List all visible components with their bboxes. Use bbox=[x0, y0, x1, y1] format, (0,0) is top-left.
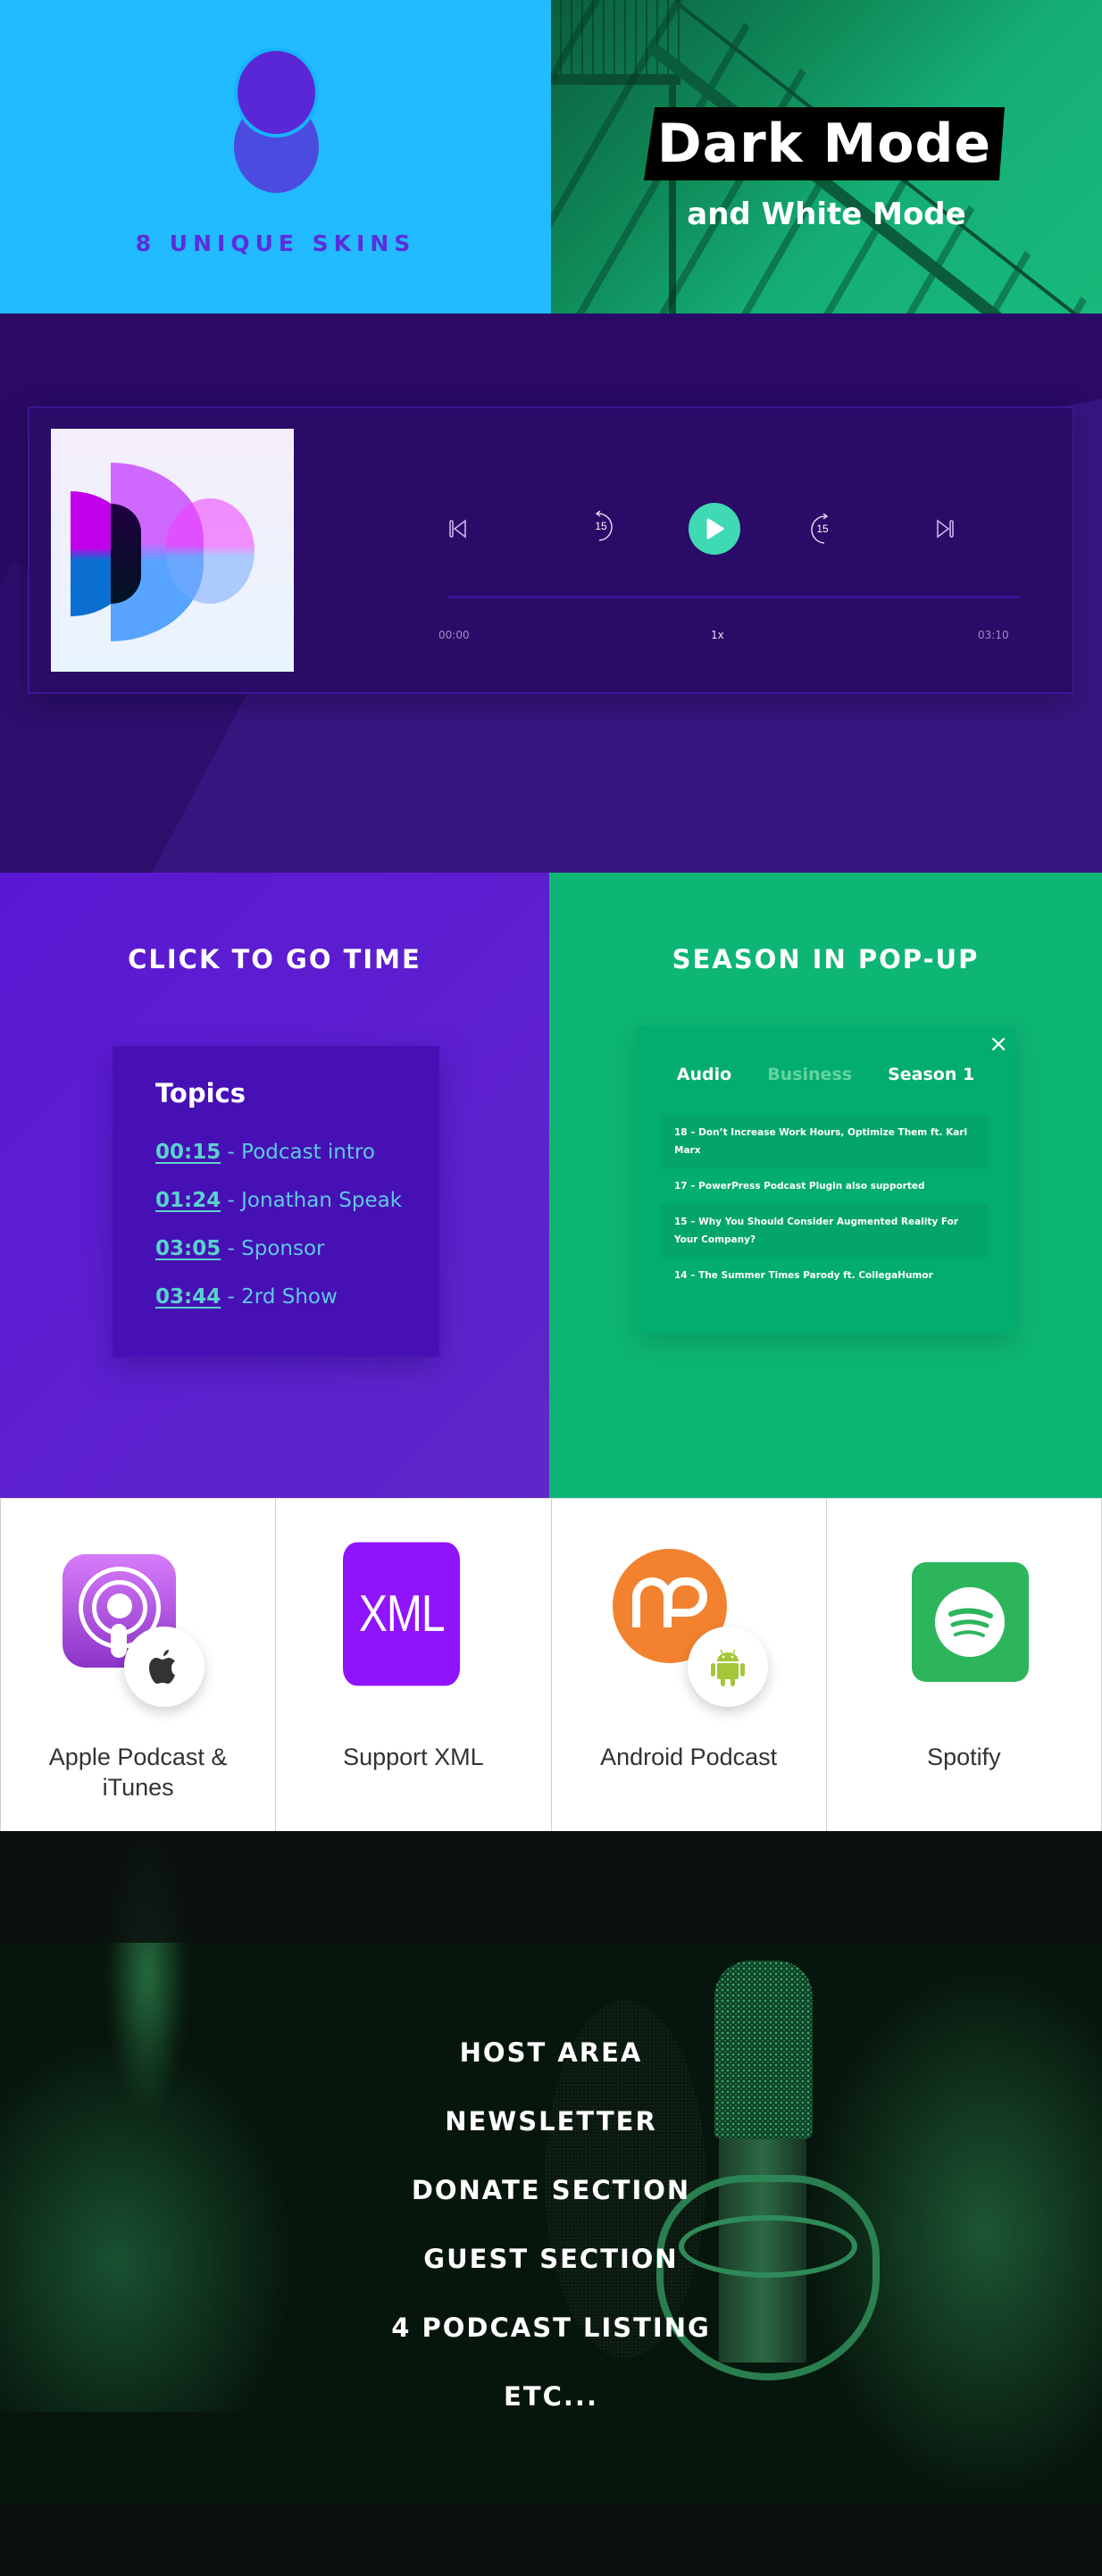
android-icon bbox=[687, 1627, 768, 1707]
platform-name: Spotify bbox=[927, 1744, 1001, 1770]
skin-circle-icon bbox=[234, 47, 319, 138]
forward-seconds: 15 bbox=[816, 523, 829, 535]
topic-item: 03:05 - Sponsor bbox=[155, 1237, 439, 1260]
episode-item[interactable]: 17 – PowerPress Podcast Plugin also supp… bbox=[661, 1168, 989, 1204]
top-row: 8 UNIQUE SKINS Dark Mode and White Mode bbox=[0, 0, 1102, 314]
playback-speed-button[interactable]: 1x bbox=[711, 629, 724, 641]
season-popup-section: SEASON IN POP-UP × Audio Business Season… bbox=[549, 873, 1102, 1498]
tab-season-1[interactable]: Season 1 bbox=[888, 1065, 974, 1084]
topic-time-link[interactable]: 01:24 bbox=[155, 1189, 221, 1212]
episode-item[interactable]: 14 – The Summer Times Parody ft. Collega… bbox=[661, 1258, 989, 1293]
episode-item[interactable]: 18 – Don’t Increase Work Hours, Optimize… bbox=[661, 1115, 989, 1168]
extra-item: ETC... bbox=[504, 2381, 598, 2412]
extras-list: HOST AREA NEWSLETTER DONATE SECTION GUES… bbox=[0, 2035, 1102, 2447]
audio-player: 15 15 00:00 1x 03:10 bbox=[28, 406, 1074, 694]
xml-icon: XML bbox=[343, 1542, 461, 1686]
dark-mode-banner: Dark Mode and White Mode bbox=[551, 0, 1102, 314]
topic-item: 00:15 - Podcast intro bbox=[155, 1141, 439, 1164]
platform-android[interactable]: Android Podcast bbox=[552, 1499, 827, 1831]
topic-time-link[interactable]: 00:15 bbox=[155, 1141, 221, 1164]
player-controls: 15 15 00:00 1x 03:10 bbox=[405, 408, 1073, 696]
extra-item: GUEST SECTION bbox=[423, 2244, 679, 2274]
episode-item[interactable]: 15 – Why You Should Consider Augmented R… bbox=[661, 1204, 989, 1258]
topic-time-link[interactable]: 03:05 bbox=[155, 1237, 221, 1260]
season-popup: × Audio Business Season 1 18 – Don’t Inc… bbox=[636, 1025, 1015, 1334]
popup-tabs: Audio Business Season 1 bbox=[636, 1065, 1015, 1084]
feature-row: CLICK TO GO TIME Topics 00:15 - Podcast … bbox=[0, 873, 1102, 1498]
play-button[interactable] bbox=[689, 503, 740, 555]
platform-spotify[interactable]: Spotify bbox=[827, 1499, 1102, 1831]
cover-shape bbox=[165, 498, 255, 604]
platform-xml[interactable]: XML Support XML bbox=[276, 1499, 552, 1831]
cover-shape bbox=[111, 504, 141, 604]
white-mode-subtitle: and White Mode bbox=[687, 197, 966, 232]
platform-apple[interactable]: Apple Podcast & iTunes bbox=[0, 1499, 277, 1831]
player-section: 15 15 00:00 1x 03:10 RESPONSIVE CUSTOM P bbox=[0, 314, 1102, 873]
extra-item: HOST AREA bbox=[459, 2037, 643, 2068]
platform-name: Support XML bbox=[343, 1744, 484, 1770]
topic-label: - Jonathan Speak bbox=[221, 1189, 403, 1212]
topic-time-link[interactable]: 03:44 bbox=[155, 1285, 221, 1309]
play-icon bbox=[706, 518, 724, 539]
topic-label: - Podcast intro bbox=[221, 1141, 375, 1164]
current-time: 00:00 bbox=[438, 629, 470, 641]
skins-banner: 8 UNIQUE SKINS bbox=[0, 0, 551, 314]
platform-grid: Apple Podcast & iTunes XML Support XML A… bbox=[0, 1498, 1102, 1831]
rewind-15-button[interactable]: 15 bbox=[583, 508, 619, 544]
click-to-go-time-section: CLICK TO GO TIME Topics 00:15 - Podcast … bbox=[0, 873, 549, 1498]
tab-audio[interactable]: Audio bbox=[677, 1065, 731, 1084]
apple-logo-icon bbox=[124, 1627, 205, 1707]
dark-band bbox=[0, 2505, 1102, 2576]
topics-title: Topics bbox=[155, 1078, 246, 1108]
extras-section: HOST AREA NEWSLETTER DONATE SECTION GUES… bbox=[0, 1831, 1102, 2576]
progress-bar[interactable] bbox=[448, 596, 1020, 598]
podcast-cover-art bbox=[51, 429, 294, 672]
platform-name: Android Podcast bbox=[600, 1744, 778, 1770]
duration: 03:10 bbox=[978, 629, 1009, 641]
extra-item: NEWSLETTER bbox=[445, 2106, 657, 2137]
extra-item: DONATE SECTION bbox=[411, 2175, 691, 2205]
topics-card: Topics 00:15 - Podcast intro 01:24 - Jon… bbox=[113, 1046, 439, 1357]
topic-label: - 2rd Show bbox=[221, 1285, 338, 1309]
close-icon[interactable]: × bbox=[989, 1031, 1008, 1058]
rewind-seconds: 15 bbox=[595, 520, 607, 532]
section-heading: CLICK TO GO TIME bbox=[128, 944, 422, 974]
episode-list: 18 – Don’t Increase Work Hours, Optimize… bbox=[661, 1115, 989, 1293]
dark-mode-title: Dark Mode bbox=[656, 113, 992, 175]
topic-item: 01:24 - Jonathan Speak bbox=[155, 1189, 439, 1212]
forward-15-button[interactable]: 15 bbox=[805, 511, 840, 547]
extra-item: 4 PODCAST LISTING bbox=[391, 2313, 711, 2343]
topic-label: - Sponsor bbox=[221, 1237, 325, 1260]
topic-item: 03:44 - 2rd Show bbox=[155, 1285, 439, 1309]
platform-name: Apple Podcast & iTunes bbox=[48, 1744, 228, 1801]
section-heading: SEASON IN POP-UP bbox=[672, 944, 980, 974]
tab-business[interactable]: Business bbox=[767, 1065, 852, 1084]
spotify-icon bbox=[911, 1562, 1029, 1682]
previous-button[interactable] bbox=[445, 515, 472, 542]
skip-next-icon bbox=[937, 519, 954, 539]
skins-label: 8 UNIQUE SKINS bbox=[135, 230, 416, 256]
next-button[interactable] bbox=[931, 515, 958, 542]
dark-band bbox=[0, 1831, 1102, 1943]
skip-previous-icon bbox=[449, 519, 466, 539]
